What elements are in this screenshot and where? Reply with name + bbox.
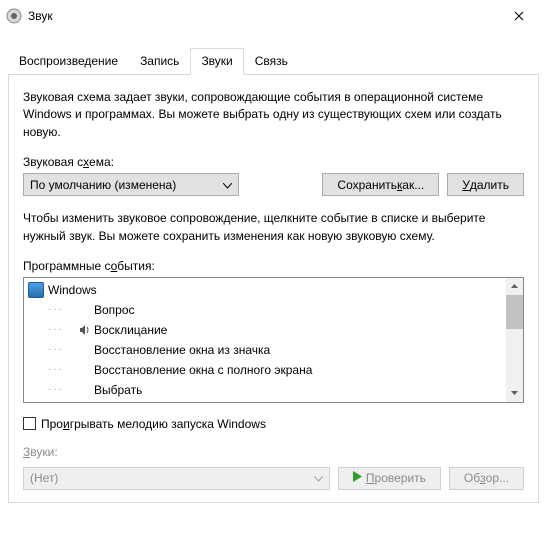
scroll-down-button[interactable] [506,385,523,402]
play-icon [353,471,362,485]
tree-item[interactable]: ···Восклицание [24,320,523,340]
close-button[interactable] [496,1,541,31]
tree-item[interactable]: ···Восстановление окна из значка [24,340,523,360]
tree-item[interactable]: ···Вопрос [24,300,523,320]
events-tree[interactable]: Windows ···Вопрос ···Восклицание ···Восс… [23,277,524,403]
tree-item[interactable]: ···Восстановление окна с полного экрана [24,360,523,380]
scheme-description: Звуковая схема задает звуки, сопровождаю… [23,89,524,141]
sound-file-combo: (Нет) [23,467,330,490]
tab-playback[interactable]: Воспроизведение [8,48,129,75]
delete-button[interactable]: Удалить [447,173,524,196]
scheme-combo[interactable]: По умолчанию (изменена) [23,173,239,196]
scrollbar[interactable] [506,278,523,402]
scroll-thumb[interactable] [506,295,523,329]
sound-icon [76,324,94,336]
windows-icon [28,282,44,298]
events-label: Программные события: [23,259,524,273]
speaker-app-icon [6,8,22,24]
window-title: Звук [28,9,496,23]
startup-sound-checkbox[interactable] [23,417,36,430]
chevron-down-icon [223,178,232,192]
tree-root-windows[interactable]: Windows [24,280,523,300]
tab-strip: Воспроизведение Запись Звуки Связь [0,47,547,74]
events-description: Чтобы изменить звуковое сопровождение, щ… [23,210,524,245]
tree-item[interactable]: ···Выбрать [24,380,523,400]
test-button: Проверить [338,467,441,490]
tab-sounds[interactable]: Звуки [190,48,243,75]
tab-recording[interactable]: Запись [129,48,190,75]
sounds-label: Звуки: [23,445,524,459]
startup-sound-label: Проигрывать мелодию запуска Windows [41,417,266,431]
browse-button: Обзор... [449,467,524,490]
scroll-up-button[interactable] [506,278,523,295]
scheme-label: Звуковая схема: [23,155,524,169]
chevron-down-icon [314,471,323,485]
save-as-button[interactable]: Сохранить как... [322,173,439,196]
tab-communications[interactable]: Связь [244,48,299,75]
